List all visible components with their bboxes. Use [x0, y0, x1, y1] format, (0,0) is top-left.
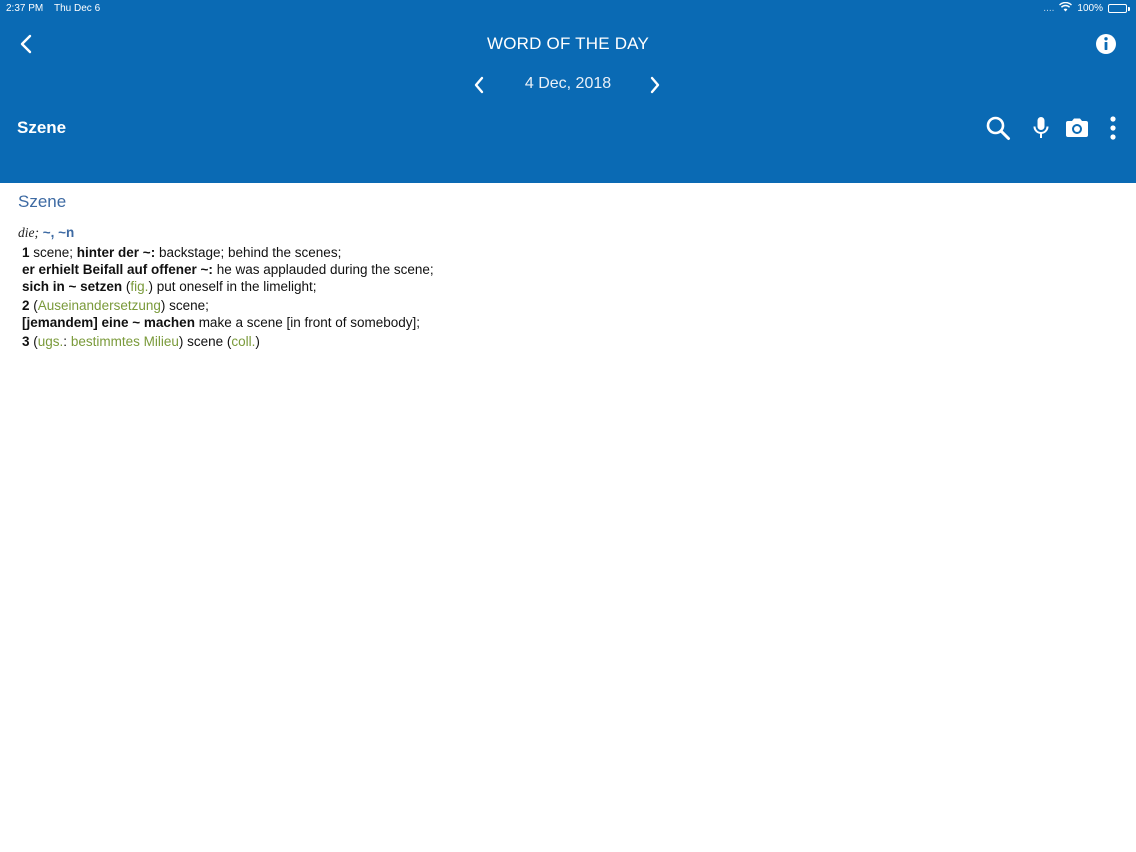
- usage-label[interactable]: fig.: [130, 279, 148, 294]
- translation-text: scene (: [183, 334, 232, 349]
- status-time: 2:37 PM: [6, 3, 44, 14]
- date-navigator: 4 Dec, 2018: [0, 70, 1136, 100]
- status-date: Thu Dec 6: [54, 3, 101, 14]
- next-day-button[interactable]: [642, 72, 668, 98]
- usage-label[interactable]: bestimmtes Milieu: [71, 334, 179, 349]
- toolbar: [0, 114, 1136, 144]
- example-phrase[interactable]: [jemandem] eine ~ machen: [22, 315, 195, 330]
- inflection-forms: ~, ~n: [42, 225, 75, 240]
- microphone-icon: [1033, 117, 1049, 138]
- sense-line: [jemandem] eine ~ machen make a scene [i…: [18, 314, 1018, 331]
- search-icon: [986, 116, 1010, 140]
- more-vertical-icon: [1110, 116, 1116, 140]
- battery-percent: 100%: [1077, 3, 1103, 14]
- translation-text: make a scene [in front of somebody];: [194, 315, 421, 330]
- usage-label[interactable]: Auseinandersetzung: [38, 298, 161, 313]
- status-bar: 2:37 PM Thu Dec 6 .... 100%: [0, 0, 1136, 18]
- status-right: .... 100%: [1043, 1, 1130, 15]
- punctuation: (: [29, 334, 38, 349]
- info-icon: [1096, 34, 1116, 54]
- translation-text: scene;: [29, 245, 77, 260]
- dictionary-entry-view: Szene die; ~, ~n 1 scene; hinter der ~: …: [0, 183, 1136, 852]
- grammar-info: die;: [18, 225, 39, 240]
- translation-text: backstage; behind the scenes;: [155, 245, 342, 260]
- battery-icon: [1108, 4, 1130, 13]
- usage-label[interactable]: coll.: [231, 334, 255, 349]
- punctuation: ): [255, 334, 260, 349]
- sense-line: 2 (Auseinandersetzung) scene;: [18, 297, 1018, 314]
- sense-1: 1 scene; hinter der ~: backstage; behind…: [18, 244, 1018, 295]
- chevron-right-icon: [650, 76, 660, 94]
- voice-search-button[interactable]: [1027, 114, 1055, 142]
- sense-line: 1 scene; hinter der ~: backstage; behind…: [18, 244, 1018, 261]
- camera-search-button[interactable]: [1063, 114, 1091, 142]
- sense-line: 3 (ugs.: bestimmtes Milieu) scene (coll.…: [18, 333, 1018, 350]
- current-date: 4 Dec, 2018: [524, 75, 612, 92]
- punctuation: (: [29, 298, 38, 313]
- entry-body: die; ~, ~n 1 scene; hinter der ~: backst…: [18, 224, 1018, 350]
- translation-text: scene;: [165, 298, 209, 313]
- example-phrase[interactable]: er erhielt Beifall auf offener ~:: [22, 262, 213, 277]
- page-title: WORD OF THE DAY: [487, 34, 649, 53]
- camera-icon: [1066, 118, 1088, 137]
- entry-headword: Szene: [18, 192, 67, 211]
- sense-2: 2 (Auseinandersetzung) scene; [jemandem]…: [18, 297, 1018, 331]
- sense-number: 3: [22, 334, 30, 349]
- wifi-icon: [1059, 1, 1073, 15]
- sense-3: 3 (ugs.: bestimmtes Milieu) scene (coll.…: [18, 333, 1018, 350]
- info-button[interactable]: [1094, 32, 1118, 56]
- sense-line: sich in ~ setzen (fig.) put oneself in t…: [18, 278, 1018, 295]
- sense-number: 2: [22, 298, 30, 313]
- sense-number: 1: [22, 245, 30, 260]
- punctuation: :: [63, 334, 71, 349]
- sense-line: er erhielt Beifall auf offener ~: he was…: [18, 261, 1018, 278]
- cellular-signal-icon: ....: [1043, 3, 1055, 14]
- translation-text: he was applauded during the scene;: [212, 262, 434, 277]
- translation-text: put oneself in the limelight;: [152, 279, 317, 294]
- search-button[interactable]: [984, 114, 1012, 142]
- example-phrase[interactable]: sich in ~ setzen: [22, 279, 122, 294]
- example-phrase[interactable]: hinter der ~:: [77, 245, 155, 260]
- usage-label[interactable]: ugs.: [38, 334, 64, 349]
- grammar-line: die; ~, ~n: [18, 224, 1018, 241]
- app-header: 2:37 PM Thu Dec 6 .... 100% WORD OF THE …: [0, 0, 1136, 183]
- more-options-button[interactable]: [1099, 114, 1127, 142]
